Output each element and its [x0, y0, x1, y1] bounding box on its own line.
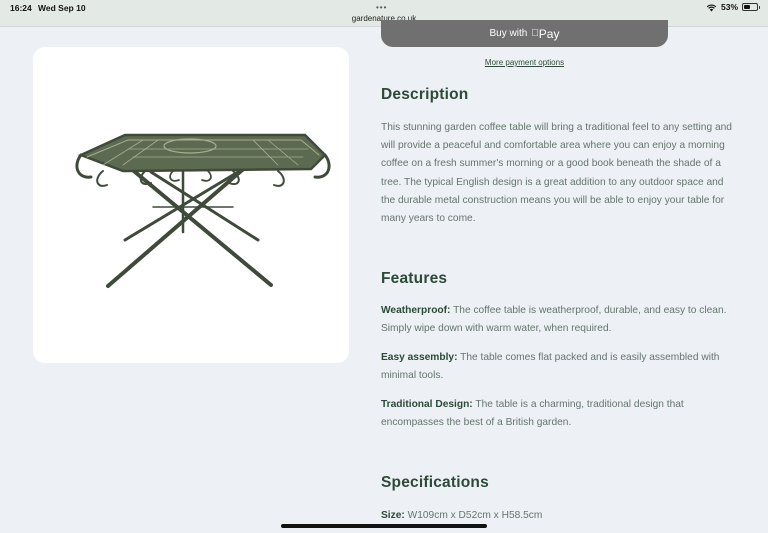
home-indicator[interactable] [281, 524, 487, 528]
feature-label: Traditional Design: [381, 399, 473, 410]
product-image[interactable] [33, 47, 349, 363]
battery-percent: 53% [720, 2, 738, 12]
status-time: 16:24 [10, 3, 32, 13]
features-heading: Features [381, 270, 448, 287]
wifi-icon [706, 4, 717, 11]
buy-with-apple-pay-button[interactable]: Buy with  Pay [381, 20, 668, 47]
multitasking-dots-icon[interactable]: ••• [376, 3, 387, 12]
status-date: Wed Sep 10 [38, 3, 86, 13]
spec-label: Size: [381, 510, 405, 521]
battery-icon [742, 3, 760, 11]
description-text: This stunning garden coffee table will b… [381, 122, 732, 225]
pay-label: Pay [535, 26, 560, 41]
feature-easy-assembly: Easy assembly: The table comes flat pack… [381, 349, 733, 385]
apple-logo-icon:  [531, 28, 539, 39]
feature-label: Easy assembly: [381, 352, 458, 363]
more-payment-options-link[interactable]: More payment options [381, 58, 668, 67]
description-heading: Description [381, 86, 469, 103]
spec-size: Size: W109cm x D52cm x H58.5cm [381, 507, 733, 525]
garden-coffee-table-image [75, 133, 331, 288]
feature-traditional-design: Traditional Design: The table is a charm… [381, 396, 733, 432]
specifications-heading: Specifications [381, 474, 489, 491]
buy-with-label: Buy with [489, 28, 528, 39]
status-indicators: 53% [706, 2, 760, 12]
spec-value: W109cm x D52cm x H58.5cm [404, 510, 543, 521]
feature-label: Weatherproof: [381, 305, 451, 316]
feature-weatherproof: Weatherproof: The coffee table is weathe… [381, 302, 733, 338]
